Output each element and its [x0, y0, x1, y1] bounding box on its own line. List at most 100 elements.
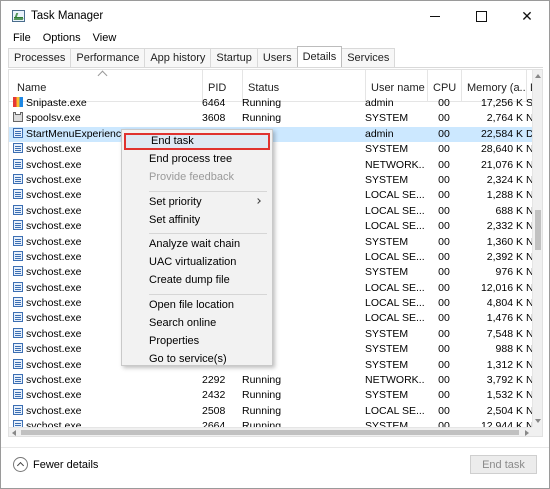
process-mem-cell: 988 K: [495, 343, 523, 356]
process-cpu-cell: 00: [438, 143, 450, 156]
process-name: svchost.exe: [26, 281, 82, 294]
process-name: svchost.exe: [26, 204, 82, 217]
process-cpu-cell: 00: [438, 173, 450, 186]
process-name: svchost.exe: [26, 358, 82, 371]
process-cpu-cell: 00: [438, 327, 450, 340]
process-mem-cell: 2,504 K: [486, 404, 523, 417]
process-pid-cell: 3608: [202, 112, 226, 125]
vertical-scrollbar[interactable]: [532, 70, 542, 427]
process-name: svchost.exe: [26, 189, 82, 202]
table-row[interactable]: spoolsv.exe 3608 Running SYSTEM 00 2,764 KN: [9, 111, 534, 126]
fewer-details-label: Fewer details: [33, 458, 99, 471]
svchost-process-icon: [13, 127, 23, 138]
process-cpu-cell: 00: [438, 220, 450, 233]
menu-file[interactable]: File: [1, 30, 37, 47]
menu-item-set-priority[interactable]: Set priority: [124, 194, 270, 211]
close-button[interactable]: ✕: [504, 1, 550, 31]
horizontal-scrollbar[interactable]: [9, 427, 532, 436]
menu-view[interactable]: View: [87, 30, 123, 47]
menu-item-search-online[interactable]: Search online: [124, 315, 270, 332]
tab-details[interactable]: Details: [296, 46, 343, 67]
fewer-details-button[interactable]: Fewer details: [13, 457, 98, 472]
tab-users[interactable]: Users: [256, 48, 298, 67]
tab-strip: Processes Performance App history Startup Us…: [8, 46, 396, 67]
svchost-process-icon: [13, 189, 23, 200]
process-pid-cell: 2432: [202, 389, 226, 402]
svchost-process-icon: [13, 143, 23, 154]
process-cpu-cell: 00: [438, 204, 450, 217]
process-user-cell: SYSTEM: [365, 173, 409, 186]
process-user-cell: LOCAL SE...: [365, 312, 425, 325]
process-name: spoolsv.exe: [26, 112, 81, 125]
process-mem-cell: 688 K: [495, 204, 523, 217]
tab-startup[interactable]: Startup: [210, 48, 258, 67]
process-user-cell: SYSTEM: [365, 343, 409, 356]
vertical-scroll-thumb[interactable]: [535, 210, 541, 250]
menu-separator: [149, 293, 267, 295]
scroll-down-icon[interactable]: [535, 419, 541, 423]
process-cpu-cell: 00: [438, 127, 450, 140]
process-user-cell: SYSTEM: [365, 143, 409, 156]
table-row[interactable]: Snipaste.exe 6464 Running admin 00 17,256 KS: [9, 96, 533, 111]
process-mem-cell: 4,804 K: [486, 297, 523, 310]
menu-item-label: Search online: [149, 316, 217, 329]
end-task-button[interactable]: End task: [470, 455, 537, 474]
process-user-cell: LOCAL SE...: [365, 297, 425, 310]
process-name-cell: svchost.exe: [13, 389, 199, 401]
menu-item-end-process-tree[interactable]: End process tree: [124, 151, 270, 168]
process-name-cell: svchost.exe: [13, 404, 199, 417]
svchost-process-icon: [13, 327, 23, 338]
process-cpu-cell: 00: [438, 374, 450, 387]
scrollbar-corner: [532, 427, 542, 436]
scroll-right-icon[interactable]: [525, 430, 529, 436]
menu-item-analyze-wait-chain[interactable]: Analyze wait chain: [124, 236, 270, 253]
process-cpu-cell: 00: [438, 312, 450, 325]
context-menu: End task End process tree Provide feedback…: [121, 129, 273, 366]
process-user-cell: LOCAL SE...: [365, 204, 425, 217]
menu-item-label: End task: [151, 135, 194, 147]
menu-item-go-to-service-s[interactable]: Go to service(s): [124, 351, 270, 368]
process-name: svchost.exe: [26, 343, 82, 356]
chevron-right-icon: [255, 197, 261, 204]
menu-item-end-task[interactable]: End task: [124, 133, 270, 150]
process-pid-cell: 6464: [202, 97, 226, 109]
scroll-left-icon[interactable]: [12, 430, 16, 436]
task-manager-window: Task Manager ✕ File Options View Process…: [0, 0, 550, 489]
menu-item-label: Analyze wait chain: [149, 238, 241, 250]
process-status-cell: Running: [242, 374, 282, 387]
process-name: svchost.exe: [26, 374, 82, 387]
table-row[interactable]: svchost.exe 2432 Running SYSTEM 00 1,532 KN: [9, 388, 534, 403]
menu-separator: [149, 233, 267, 234]
spool-process-icon: [13, 112, 23, 123]
scroll-up-icon[interactable]: [535, 74, 541, 78]
menu-item-set-affinity[interactable]: Set affinity: [124, 212, 270, 229]
process-user-cell: LOCAL SE...: [365, 220, 425, 233]
process-mem-cell: 1,532 K: [486, 389, 523, 402]
footer-bar: Fewer details End task: [1, 447, 549, 487]
table-row[interactable]: svchost.exe 2292 Running NETWORK... 00 3,792 …: [9, 373, 534, 388]
svchost-process-icon: [13, 312, 23, 323]
process-status-cell: Running: [242, 97, 282, 109]
svchost-process-icon: [13, 220, 23, 231]
menu-item-create-dump-file[interactable]: Create dump file: [124, 272, 270, 289]
tab-app-history[interactable]: App history: [144, 48, 212, 67]
tab-services[interactable]: Services: [341, 48, 396, 67]
process-cpu-cell: 00: [438, 297, 450, 310]
svchost-process-icon: [13, 358, 23, 369]
process-cpu-cell: 00: [438, 281, 450, 294]
process-cpu-cell: 00: [438, 404, 450, 417]
maximize-button[interactable]: [458, 1, 504, 31]
menu-item-uac-virtualization[interactable]: UAC virtualization: [124, 254, 270, 271]
horizontal-scroll-thumb[interactable]: [21, 430, 519, 435]
table-row[interactable]: svchost.exe 2508 Running LOCAL SE... 00 2,504…: [9, 404, 534, 419]
minimize-button[interactable]: [412, 1, 458, 31]
menu-item-properties[interactable]: Properties: [124, 333, 270, 350]
process-user-cell: LOCAL SE...: [365, 250, 425, 263]
svchost-process-icon: [13, 204, 23, 215]
menu-options[interactable]: Options: [37, 30, 87, 47]
menu-item-open-file-location[interactable]: Open file location: [124, 297, 270, 314]
tab-performance[interactable]: Performance: [70, 48, 146, 67]
process-cpu-cell: 00: [438, 112, 450, 125]
tab-processes[interactable]: Processes: [8, 48, 72, 67]
svchost-process-icon: [13, 158, 23, 169]
